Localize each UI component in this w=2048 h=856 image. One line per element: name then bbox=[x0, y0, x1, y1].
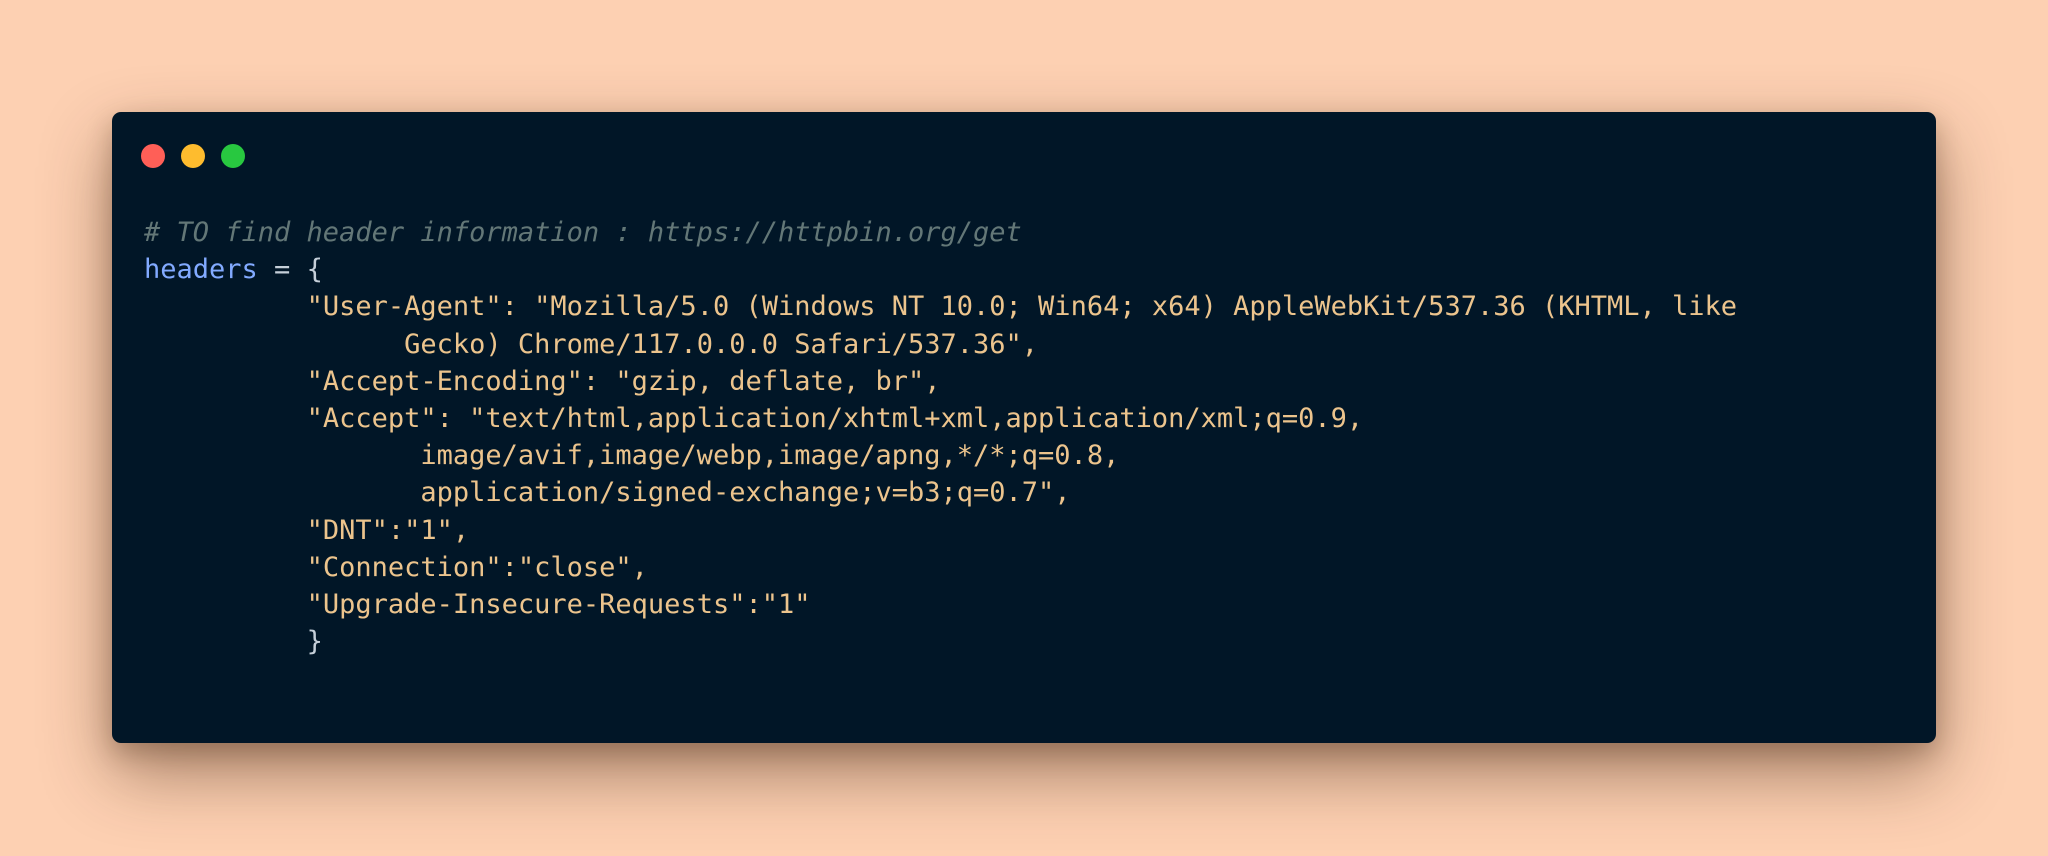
user-agent-line-1: "User-Agent": "Mozilla/5.0 (Windows NT 1… bbox=[306, 291, 1738, 323]
maximize-dot-icon[interactable] bbox=[221, 144, 245, 168]
code-line: "Accept": "text/html,application/xhtml+x… bbox=[144, 400, 1737, 437]
code-line: application/signed-exchange;v=b3;q=0.7", bbox=[144, 474, 1737, 511]
variable-name: headers bbox=[144, 254, 258, 286]
code-line: "User-Agent": "Mozilla/5.0 (Windows NT 1… bbox=[144, 288, 1737, 325]
window-controls bbox=[141, 144, 245, 168]
code-line: "Connection":"close", bbox=[144, 549, 1737, 586]
user-agent-line-2: Gecko) Chrome/117.0.0.0 Safari/537.36", bbox=[404, 328, 1039, 360]
closing-brace: } bbox=[306, 626, 323, 658]
code-line-comment: # TO find header information : https://h… bbox=[144, 214, 1737, 251]
code-block: # TO find header information : https://h… bbox=[144, 214, 1737, 660]
code-line: "Upgrade-Insecure-Requests":"1" bbox=[144, 586, 1737, 623]
accept-line-3: application/signed-exchange;v=b3;q=0.7", bbox=[420, 477, 1071, 509]
code-line: image/avif,image/webp,image/apng,*/*;q=0… bbox=[144, 437, 1737, 474]
accept-encoding-line: "Accept-Encoding": "gzip, deflate, br", bbox=[306, 365, 941, 397]
comment-text: # TO find header information : https://h… bbox=[144, 217, 1022, 248]
accept-line-1: "Accept": "text/html,application/xhtml+x… bbox=[306, 402, 1364, 434]
dnt-line: "DNT":"1", bbox=[306, 514, 470, 546]
code-line: "DNT":"1", bbox=[144, 512, 1737, 549]
close-dot-icon[interactable] bbox=[141, 144, 165, 168]
code-window: # TO find header information : https://h… bbox=[112, 112, 1936, 743]
code-line: Gecko) Chrome/117.0.0.0 Safari/537.36", bbox=[144, 326, 1737, 363]
minimize-dot-icon[interactable] bbox=[181, 144, 205, 168]
upgrade-insecure-line: "Upgrade-Insecure-Requests":"1" bbox=[306, 588, 811, 620]
code-line: "Accept-Encoding": "gzip, deflate, br", bbox=[144, 363, 1737, 400]
code-line-closing: } bbox=[144, 623, 1737, 660]
accept-line-2: image/avif,image/webp,image/apng,*/*;q=0… bbox=[420, 440, 1120, 472]
assign-operator: = { bbox=[257, 254, 323, 286]
connection-line: "Connection":"close", bbox=[306, 551, 648, 583]
code-line-assignment: headers = { bbox=[144, 251, 1737, 288]
